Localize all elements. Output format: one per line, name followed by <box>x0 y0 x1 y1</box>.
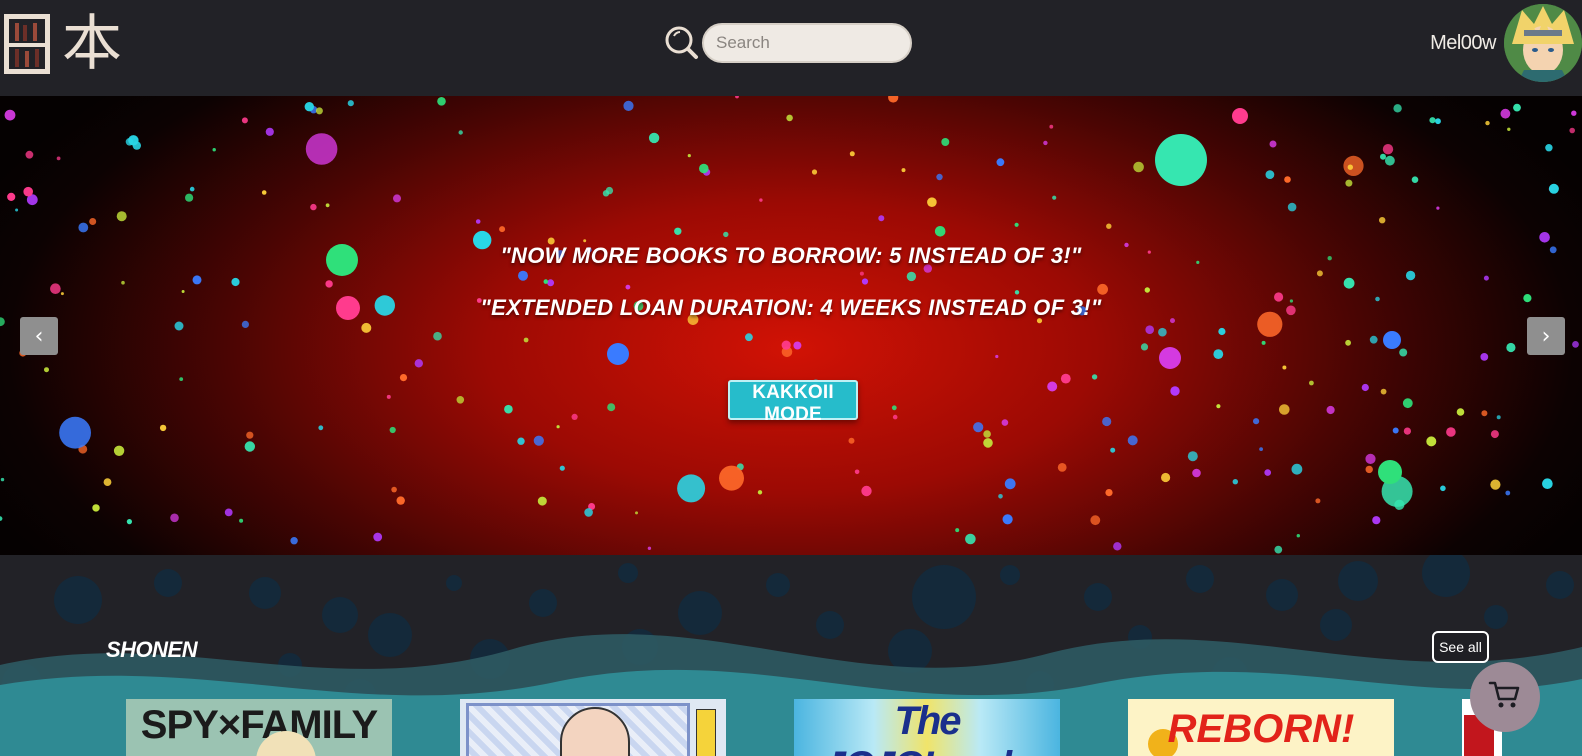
cover-title: SPY×FAMILY <box>140 703 378 747</box>
site-logo[interactable]: 本 <box>4 6 122 82</box>
kakkoii-mode-button[interactable]: KAKKOII MODE <box>728 380 858 425</box>
cover-title: REBORN! <box>1167 707 1355 751</box>
cart-button[interactable] <box>1470 662 1540 732</box>
carousel-prev-button[interactable]: ‹ <box>20 317 58 355</box>
manga-cover[interactable]: SPY×FAMILY <box>126 699 392 756</box>
manga-cover[interactable]: REBORN! <box>1128 699 1394 756</box>
username[interactable]: Mel00w <box>1430 32 1496 55</box>
see-all-button[interactable]: See all <box>1432 631 1489 663</box>
top-header: 本 Mel00w <box>0 0 1582 96</box>
section-title: SHONEN <box>106 637 198 662</box>
user-menu[interactable]: Mel00w <box>1430 4 1582 82</box>
search-input[interactable] <box>702 23 912 63</box>
shonen-section: SHONEN See all SPY×FAMILY The JOJOLands … <box>0 555 1582 756</box>
avatar[interactable] <box>1504 4 1582 82</box>
shopping-cart-icon <box>1488 680 1522 715</box>
manga-cover[interactable] <box>460 699 726 756</box>
hero-announcement-1: "NOW MORE BOOKS TO BORROW: 5 INSTEAD OF … <box>500 243 1082 268</box>
carousel-next-button[interactable]: › <box>1527 317 1565 355</box>
bookshelf-icon <box>4 14 50 74</box>
cover-title: The JOJOLands <box>824 699 1033 756</box>
search-icon[interactable] <box>664 25 700 61</box>
logo-kanji: 本 <box>62 9 122 79</box>
manga-cover[interactable]: The JOJOLands <box>794 699 1060 756</box>
hero-banner: "NOW MORE BOOKS TO BORROW: 5 INSTEAD OF … <box>0 96 1582 555</box>
search-bar <box>664 23 912 63</box>
chevron-right-icon: › <box>1541 323 1551 349</box>
confetti-decoration <box>0 96 1579 554</box>
hero-announcement-2: "EXTENDED LOAN DURATION: 4 WEEKS INSTEAD… <box>480 295 1102 320</box>
chevron-left-icon: ‹ <box>34 323 44 349</box>
